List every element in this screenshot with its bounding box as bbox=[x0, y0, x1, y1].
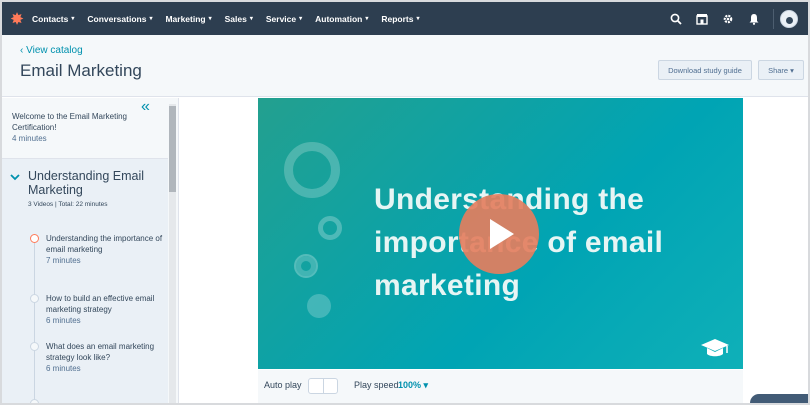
video-controls: Auto play Play speed 100% ▾ bbox=[258, 370, 743, 403]
lesson-duration: 6 minutes bbox=[46, 316, 81, 325]
autoplay-label: Auto play bbox=[264, 380, 302, 390]
lesson-timeline bbox=[34, 235, 35, 403]
avatar[interactable] bbox=[780, 9, 798, 28]
lesson-duration: 6 minutes bbox=[46, 364, 81, 373]
decorative-ring-icon bbox=[284, 142, 340, 198]
graduation-cap-icon bbox=[700, 338, 730, 365]
section-meta: 3 Videos | Total: 22 minutes bbox=[28, 201, 108, 208]
course-section: Understanding Email Marketing 3 Videos |… bbox=[2, 159, 168, 403]
chat-launcher[interactable] bbox=[750, 394, 808, 403]
chevron-down-icon: ▾ bbox=[365, 16, 369, 22]
lesson-item[interactable]: How to build an effective email marketin… bbox=[46, 293, 164, 326]
play-button[interactable] bbox=[459, 194, 539, 274]
welcome-duration: 4 minutes bbox=[12, 134, 47, 143]
toggle-divider bbox=[323, 379, 324, 393]
nav-contacts[interactable]: Contacts ▾ bbox=[32, 14, 74, 24]
chevron-down-icon[interactable] bbox=[10, 173, 20, 183]
nav-utilities bbox=[663, 2, 808, 35]
nav-sales[interactable]: Sales ▾ bbox=[225, 14, 253, 24]
lesson-title: Understanding the importance of email ma… bbox=[46, 234, 163, 254]
lesson-item[interactable]: Understanding the importance of email ma… bbox=[46, 233, 164, 266]
top-navigation: ✸ Contacts ▾ Conversations ▾ Marketing ▾ Sa… bbox=[2, 2, 808, 35]
video-title: Understanding the importance of email ma… bbox=[374, 183, 664, 302]
welcome-title: Welcome to the Email Marketing Certifica… bbox=[12, 112, 128, 132]
play-speed-select[interactable]: 100% ▾ bbox=[398, 380, 428, 391]
nav-reports[interactable]: Reports ▾ bbox=[381, 14, 419, 24]
avatar-head-icon bbox=[785, 16, 793, 24]
nav-service[interactable]: Service ▾ bbox=[266, 14, 302, 24]
chevron-down-icon: ▾ bbox=[249, 16, 253, 22]
video-player[interactable]: Understanding the importance of email ma… bbox=[258, 98, 743, 369]
decorative-ring-icon bbox=[318, 216, 342, 240]
decorative-ring-icon bbox=[294, 254, 318, 278]
nav-label: Marketing bbox=[165, 13, 206, 24]
share-button[interactable]: Share ▾ bbox=[758, 60, 804, 80]
bell-icon[interactable] bbox=[741, 2, 767, 35]
section-title[interactable]: Understanding Email Marketing bbox=[28, 169, 158, 197]
play-speed-label: Play speed bbox=[354, 380, 399, 390]
nav-label: Service bbox=[265, 13, 297, 24]
lesson-status-icon bbox=[30, 342, 39, 351]
download-study-guide-button[interactable]: Download study guide bbox=[658, 60, 752, 80]
chevron-down-icon: ▾ bbox=[208, 16, 212, 22]
play-icon bbox=[490, 219, 514, 249]
autoplay-toggle[interactable] bbox=[308, 378, 338, 394]
nav-automation[interactable]: Automation ▾ bbox=[315, 14, 368, 24]
search-icon[interactable] bbox=[663, 2, 689, 35]
chevron-down-icon: ▾ bbox=[149, 16, 153, 22]
decorative-dot-icon bbox=[307, 294, 331, 318]
nav-divider bbox=[773, 8, 774, 29]
chevron-down-icon: ▾ bbox=[299, 16, 303, 22]
nav-label: Automation bbox=[315, 13, 363, 24]
page-header: ‹ View catalog Email Marketing Download … bbox=[2, 35, 808, 97]
view-catalog-link[interactable]: ‹ View catalog bbox=[20, 45, 83, 56]
lesson-status-icon bbox=[30, 399, 39, 403]
nav-label: Contacts bbox=[32, 13, 69, 24]
lesson-status-icon bbox=[30, 234, 39, 243]
lesson-duration: 7 minutes bbox=[46, 256, 81, 265]
gear-icon[interactable] bbox=[715, 2, 741, 35]
course-sidebar: « Welcome to the Email Marketing Certifi… bbox=[2, 98, 179, 403]
marketplace-icon[interactable] bbox=[689, 2, 715, 35]
chevron-down-icon: ▾ bbox=[416, 16, 420, 22]
scrollbar-thumb[interactable] bbox=[169, 106, 176, 192]
nav-label: Sales bbox=[224, 13, 247, 24]
lesson-item[interactable]: What does an email marketing strategy lo… bbox=[46, 341, 164, 374]
lesson-title: What does an email marketing strategy lo… bbox=[46, 342, 155, 362]
lesson-status-icon bbox=[30, 294, 39, 303]
chevron-down-icon: ▾ bbox=[71, 16, 75, 22]
nav-marketing[interactable]: Marketing ▾ bbox=[165, 14, 211, 24]
page-title: Email Marketing bbox=[20, 61, 142, 80]
welcome-item[interactable]: Welcome to the Email Marketing Certifica… bbox=[12, 111, 162, 144]
nav-conversations[interactable]: Conversations ▾ bbox=[87, 14, 152, 24]
lesson-title: How to build an effective email marketin… bbox=[46, 294, 155, 314]
sidebar-scrollbar[interactable] bbox=[169, 104, 176, 403]
app-frame: ✸ Contacts ▾ Conversations ▾ Marketing ▾ Sa… bbox=[0, 0, 810, 405]
nav-label: Conversations bbox=[87, 13, 147, 24]
hubspot-logo-icon[interactable]: ✸ bbox=[2, 2, 32, 35]
lesson-content: Understanding the importance of email ma… bbox=[180, 98, 808, 403]
nav-label: Reports bbox=[381, 13, 414, 24]
